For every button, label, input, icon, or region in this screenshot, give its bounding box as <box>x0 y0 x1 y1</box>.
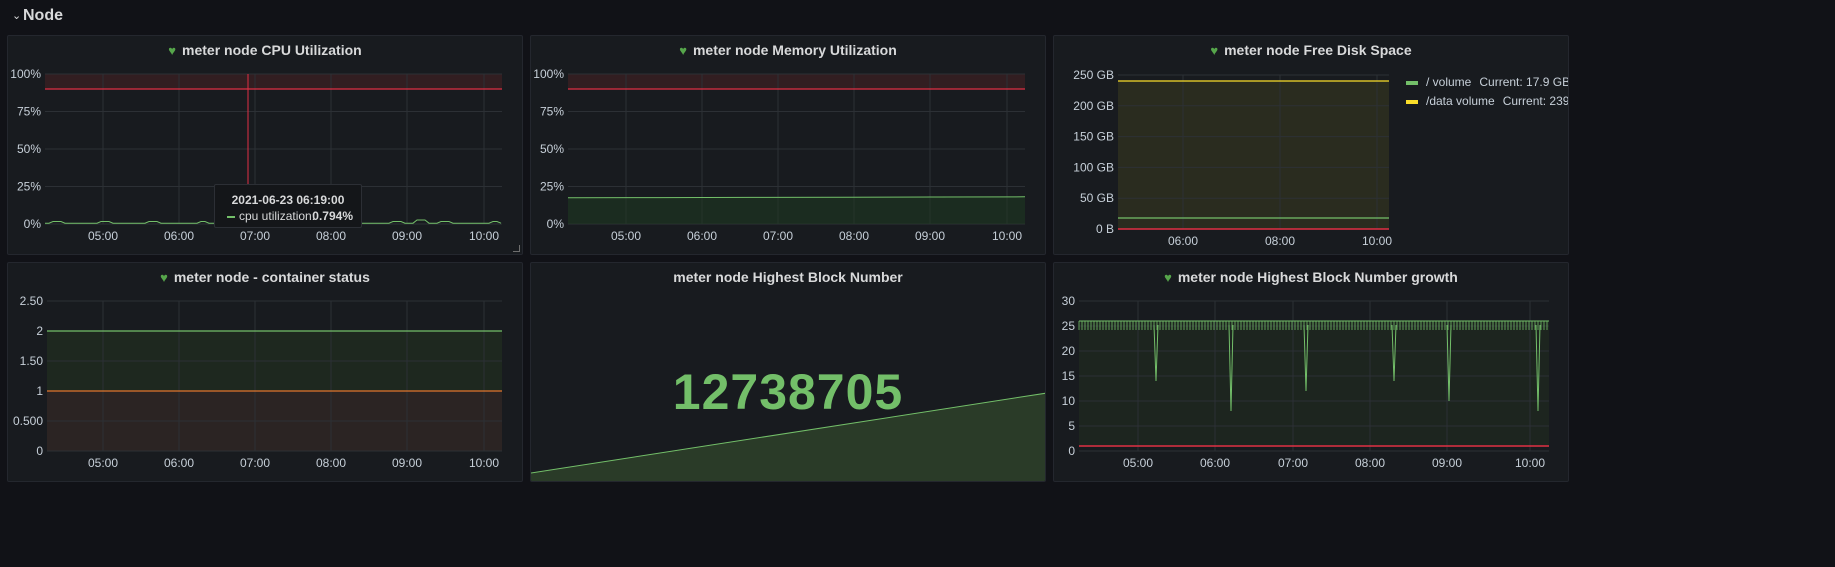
block-number-growth-panel[interactable]: ♥ meter node Highest Block Number growth … <box>1053 262 1569 482</box>
x-tick-label: 09:00 <box>392 456 422 470</box>
tooltip-value: 0.794% <box>312 209 353 223</box>
x-tick-label: 10:00 <box>469 229 499 243</box>
y-tick-label: 50% <box>540 142 564 156</box>
legend-item[interactable]: / volume Current: 17.9 GB <box>1406 75 1569 89</box>
disk-chart[interactable]: 250 GB 200 GB 150 GB 100 GB 50 GB 0 B 06:00 08:… <box>1054 36 1569 255</box>
y-tick-label: 15 <box>1062 369 1076 383</box>
x-tick-label: 08:00 <box>316 456 346 470</box>
y-tick-label: 30 <box>1062 294 1076 308</box>
growth-chart[interactable]: 30 25 20 15 10 5 0 05:00 06:00 07:00 08:00 09:00 10:… <box>1054 263 1569 482</box>
y-tick-label: 10 <box>1062 394 1076 408</box>
y-tick-label: 1.50 <box>20 354 44 368</box>
y-tick-label: 2.50 <box>20 294 44 308</box>
legend-name: /data volume <box>1426 94 1495 108</box>
y-tick-label: 0.500 <box>13 414 43 428</box>
y-tick-label: 250 GB <box>1073 68 1114 82</box>
legend-swatch <box>1406 99 1418 104</box>
y-tick-label: 25 <box>1062 319 1076 333</box>
tooltip-swatch <box>227 216 235 218</box>
chevron-down-icon[interactable]: ⌄ <box>12 9 21 22</box>
container-chart[interactable]: 2.50 2 1.50 1 0.500 0 05:00 06:00 07:00 08:00 09:0… <box>8 263 523 482</box>
y-tick-label: 100% <box>10 67 41 81</box>
y-tick-label: 0 B <box>1096 222 1114 236</box>
x-tick-label: 05:00 <box>1123 456 1153 470</box>
legend-name: / volume <box>1426 75 1472 89</box>
y-tick-label: 0% <box>547 217 565 231</box>
x-tick-label: 07:00 <box>1278 456 1308 470</box>
y-tick-label: 2 <box>36 324 43 338</box>
x-tick-label: 05:00 <box>88 456 118 470</box>
tooltip-series: cpu utilization: <box>239 209 316 223</box>
x-tick-label: 07:00 <box>763 229 793 243</box>
x-tick-label: 09:00 <box>915 229 945 243</box>
y-tick-label: 0 <box>1068 444 1075 458</box>
y-tick-label: 100 GB <box>1073 160 1114 174</box>
x-tick-label: 06:00 <box>1200 456 1230 470</box>
x-tick-label: 07:00 <box>240 229 270 243</box>
legend-current: Current: 239 GB <box>1502 94 1569 108</box>
y-tick-label: 50 GB <box>1080 191 1114 205</box>
x-tick-label: 06:00 <box>687 229 717 243</box>
y-tick-label: 75% <box>17 105 41 119</box>
y-tick-label: 100% <box>533 67 564 81</box>
x-tick-label: 09:00 <box>392 229 422 243</box>
y-tick-label: 20 <box>1062 344 1076 358</box>
x-tick-label: 10:00 <box>992 229 1022 243</box>
cpu-utilization-panel[interactable]: ♥ meter node CPU Utilization 100% 75% 50% 25… <box>7 35 523 255</box>
x-tick-label: 05:00 <box>611 229 641 243</box>
x-tick-label: 08:00 <box>1355 456 1385 470</box>
y-tick-label: 150 GB <box>1073 130 1114 144</box>
x-tick-label: 07:00 <box>240 456 270 470</box>
memory-chart[interactable]: 100% 75% 50% 25% 0% 05:00 06:00 07:00 08:00 09:00… <box>531 36 1046 255</box>
x-tick-label: 06:00 <box>164 456 194 470</box>
memory-utilization-panel[interactable]: ♥ meter node Memory Utilization 100% 75% 50… <box>530 35 1046 255</box>
tooltip-time: 2021-06-23 06:19:00 <box>231 193 345 207</box>
container-status-panel[interactable]: ♥ meter node - container status 2.50 2 1.50… <box>7 262 523 482</box>
y-tick-label: 0 <box>36 444 43 458</box>
y-tick-label: 5 <box>1068 419 1075 433</box>
x-tick-label: 09:00 <box>1432 456 1462 470</box>
row-header[interactable]: ⌄ Node <box>0 0 1835 36</box>
y-tick-label: 75% <box>540 105 564 119</box>
x-tick-label: 08:00 <box>316 229 346 243</box>
y-tick-label: 50% <box>17 142 41 156</box>
y-tick-label: 0% <box>24 217 42 231</box>
x-tick-label: 08:00 <box>1265 234 1295 248</box>
chart-legend: / volume Current: 17.9 GB /data volume Cur… <box>1406 75 1569 115</box>
y-tick-label: 25% <box>17 180 41 194</box>
free-disk-space-panel[interactable]: ♥ meter node Free Disk Space 250 GB 200 GB… <box>1053 35 1569 255</box>
x-tick-label: 10:00 <box>1515 456 1545 470</box>
x-tick-label: 08:00 <box>839 229 869 243</box>
y-tick-label: 200 GB <box>1073 99 1114 113</box>
data-volume-area <box>1118 81 1389 229</box>
x-tick-label: 06:00 <box>164 229 194 243</box>
stat-value: 12738705 <box>672 364 904 420</box>
memory-series-area <box>568 196 1025 224</box>
x-tick-label: 06:00 <box>1168 234 1198 248</box>
legend-current: Current: 17.9 GB <box>1479 75 1569 89</box>
y-tick-label: 1 <box>36 384 43 398</box>
legend-item[interactable]: /data volume Current: 239 GB <box>1406 94 1569 108</box>
x-tick-label: 10:00 <box>469 456 499 470</box>
x-tick-label: 10:00 <box>1362 234 1392 248</box>
hover-tooltip: 2021-06-23 06:19:00 cpu utilization: 0.7… <box>214 184 362 228</box>
row-title: Node <box>23 7 63 24</box>
legend-swatch <box>1406 80 1418 85</box>
x-tick-label: 05:00 <box>88 229 118 243</box>
y-tick-label: 25% <box>540 180 564 194</box>
highest-block-number-panel[interactable]: meter node Highest Block Number 12738705 <box>530 262 1046 482</box>
resize-handle[interactable] <box>513 245 520 252</box>
